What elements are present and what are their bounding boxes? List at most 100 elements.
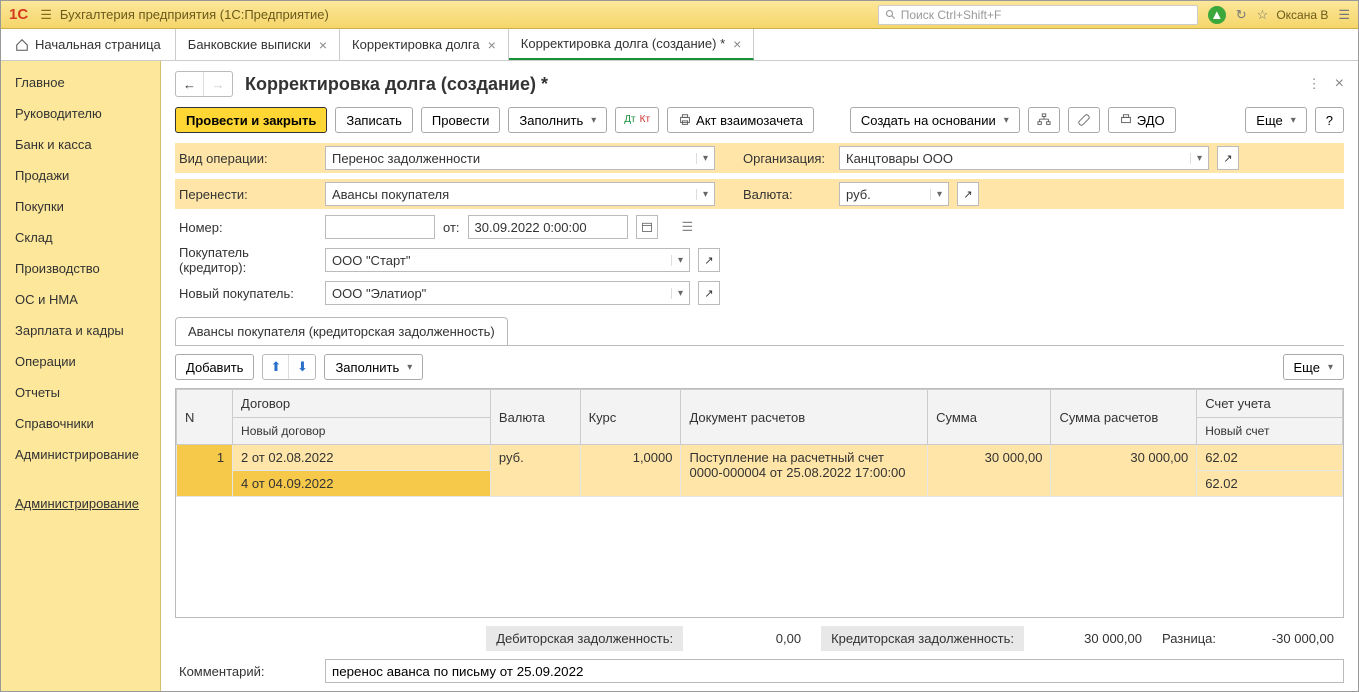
- move-up-button[interactable]: ⬆: [263, 355, 289, 379]
- home-icon: [15, 38, 29, 52]
- col-new-account[interactable]: Новый счет: [1197, 418, 1343, 445]
- sidebar-item-manager[interactable]: Руководителю: [1, 98, 160, 129]
- sidebar-item-reports[interactable]: Отчеты: [1, 377, 160, 408]
- close-icon[interactable]: ×: [488, 37, 496, 53]
- org-field[interactable]: Канцтовары ООО: [839, 146, 1209, 170]
- sidebar-item-main[interactable]: Главное: [1, 67, 160, 98]
- fill-rows-button[interactable]: Заполнить: [324, 354, 423, 380]
- post-and-close-button[interactable]: Провести и закрыть: [175, 107, 327, 133]
- paperclip-icon: [1077, 113, 1091, 127]
- sidebar-item-production[interactable]: Производство: [1, 253, 160, 284]
- kebab-icon[interactable]: ⋮: [1308, 76, 1321, 92]
- col-sum[interactable]: Сумма: [928, 390, 1051, 445]
- add-row-button[interactable]: Добавить: [175, 354, 254, 380]
- diff-label: Разница:: [1162, 631, 1216, 646]
- move-down-button[interactable]: ⬇: [289, 355, 315, 379]
- date-field[interactable]: 30.09.2022 0:00:00: [468, 215, 628, 239]
- rows-table[interactable]: N Договор Валюта Курс Документ расчетов …: [176, 389, 1343, 497]
- calendar-button[interactable]: [636, 215, 658, 239]
- col-n[interactable]: N: [177, 390, 233, 445]
- tab-bank-statements[interactable]: Банковские выписки ×: [176, 29, 340, 60]
- new-buyer-field[interactable]: ООО "Элатиор": [325, 281, 690, 305]
- hamburger-icon[interactable]: ☰: [40, 7, 52, 23]
- currency-label: Валюта:: [743, 187, 831, 202]
- table-row[interactable]: 1 2 от 02.08.2022 руб. 1,0000 Поступлени…: [177, 445, 1343, 471]
- sidebar-item-operations[interactable]: Операции: [1, 346, 160, 377]
- deb-value: 0,00: [691, 626, 811, 651]
- col-currency[interactable]: Валюта: [490, 390, 580, 445]
- sidebar-item-warehouse[interactable]: Склад: [1, 222, 160, 253]
- page-title: Корректировка долга (создание) *: [245, 74, 548, 95]
- number-field[interactable]: [325, 215, 435, 239]
- new-buyer-open-button[interactable]: ↗: [698, 281, 720, 305]
- print-icon: [678, 113, 692, 127]
- from-label: от:: [443, 220, 460, 235]
- move-label: Перенести:: [175, 187, 317, 202]
- post-button[interactable]: Провести: [421, 107, 501, 133]
- print-icon: [1119, 113, 1133, 127]
- menu-icon[interactable]: ☰: [1338, 7, 1350, 23]
- structure-button[interactable]: [1028, 107, 1060, 133]
- diff-value: -30 000,00: [1224, 626, 1344, 651]
- close-icon[interactable]: ×: [733, 36, 741, 52]
- move-field[interactable]: Авансы покупателя: [325, 182, 715, 206]
- list-icon[interactable]: ☰: [682, 219, 694, 235]
- sidebar-item-bank[interactable]: Банк и касса: [1, 129, 160, 160]
- app-title: Бухгалтерия предприятия (1С:Предприятие): [60, 7, 329, 22]
- sidebar-item-salary[interactable]: Зарплата и кадры: [1, 315, 160, 346]
- nav-back-forward: ← →: [175, 71, 233, 97]
- bell-icon[interactable]: ▲: [1208, 6, 1226, 24]
- col-doc[interactable]: Документ расчетов: [681, 390, 928, 445]
- sidebar-item-os-nma[interactable]: ОС и НМА: [1, 284, 160, 315]
- close-page-button[interactable]: ×: [1335, 75, 1344, 93]
- fill-button[interactable]: Заполнить: [508, 107, 607, 133]
- org-open-button[interactable]: ↗: [1217, 146, 1239, 170]
- sidebar-item-purchases[interactable]: Покупки: [1, 191, 160, 222]
- sidebar-item-sales[interactable]: Продажи: [1, 160, 160, 191]
- op-type-field[interactable]: Перенос задолженности: [325, 146, 715, 170]
- col-new-contract[interactable]: Новый договор: [233, 418, 491, 445]
- subtab-advances[interactable]: Авансы покупателя (кредиторская задолжен…: [175, 317, 508, 345]
- org-label: Организация:: [743, 151, 831, 166]
- tab-debt-correction[interactable]: Корректировка долга ×: [340, 29, 509, 60]
- sidebar-item-admin[interactable]: Администрирование: [1, 439, 160, 470]
- col-sum-calc[interactable]: Сумма расчетов: [1051, 390, 1197, 445]
- edo-button[interactable]: ЭДО: [1108, 107, 1176, 133]
- more-button[interactable]: Еще: [1245, 107, 1306, 133]
- buyer-open-button[interactable]: ↗: [698, 248, 720, 272]
- nav-back-button[interactable]: ←: [176, 72, 204, 96]
- cred-label: Кредиторская задолженность:: [821, 626, 1024, 651]
- help-button[interactable]: ?: [1315, 107, 1344, 133]
- cred-value: 30 000,00: [1032, 626, 1152, 651]
- user-name[interactable]: Оксана В: [1276, 8, 1328, 22]
- search-icon: [885, 9, 897, 21]
- star-icon[interactable]: ☆: [1257, 7, 1269, 23]
- currency-field[interactable]: руб.: [839, 182, 949, 206]
- comment-field[interactable]: [325, 659, 1344, 683]
- tab-debt-correction-create[interactable]: Корректировка долга (создание) * ×: [509, 29, 755, 60]
- nav-forward-button: →: [204, 72, 232, 96]
- structure-icon: [1037, 113, 1051, 127]
- create-based-button[interactable]: Создать на основании: [850, 107, 1020, 133]
- sidebar: Главное Руководителю Банк и касса Продаж…: [1, 61, 161, 691]
- history-icon[interactable]: ↻: [1236, 7, 1247, 23]
- op-type-label: Вид операции:: [175, 151, 317, 166]
- col-account[interactable]: Счет учета: [1197, 390, 1343, 418]
- more-rows-button[interactable]: Еще: [1283, 354, 1344, 380]
- tab-home[interactable]: Начальная страница: [1, 29, 176, 60]
- search-input[interactable]: Поиск Ctrl+Shift+F: [878, 5, 1198, 25]
- col-contract[interactable]: Договор: [233, 390, 491, 418]
- write-button[interactable]: Записать: [335, 107, 413, 133]
- act-button[interactable]: Акт взаимозачета: [667, 107, 814, 133]
- dtkt-button[interactable]: ДтКт: [615, 107, 659, 133]
- comment-label: Комментарий:: [175, 664, 317, 679]
- col-rate[interactable]: Курс: [580, 390, 681, 445]
- deb-label: Дебиторская задолженность:: [486, 626, 683, 651]
- buyer-label: Покупатель (кредитор):: [175, 245, 317, 275]
- attach-button[interactable]: [1068, 107, 1100, 133]
- sidebar-item-admin-link[interactable]: Администрирование: [1, 488, 160, 519]
- buyer-field[interactable]: ООО "Старт": [325, 248, 690, 272]
- currency-open-button[interactable]: ↗: [957, 182, 979, 206]
- sidebar-item-catalogs[interactable]: Справочники: [1, 408, 160, 439]
- close-icon[interactable]: ×: [319, 37, 327, 53]
